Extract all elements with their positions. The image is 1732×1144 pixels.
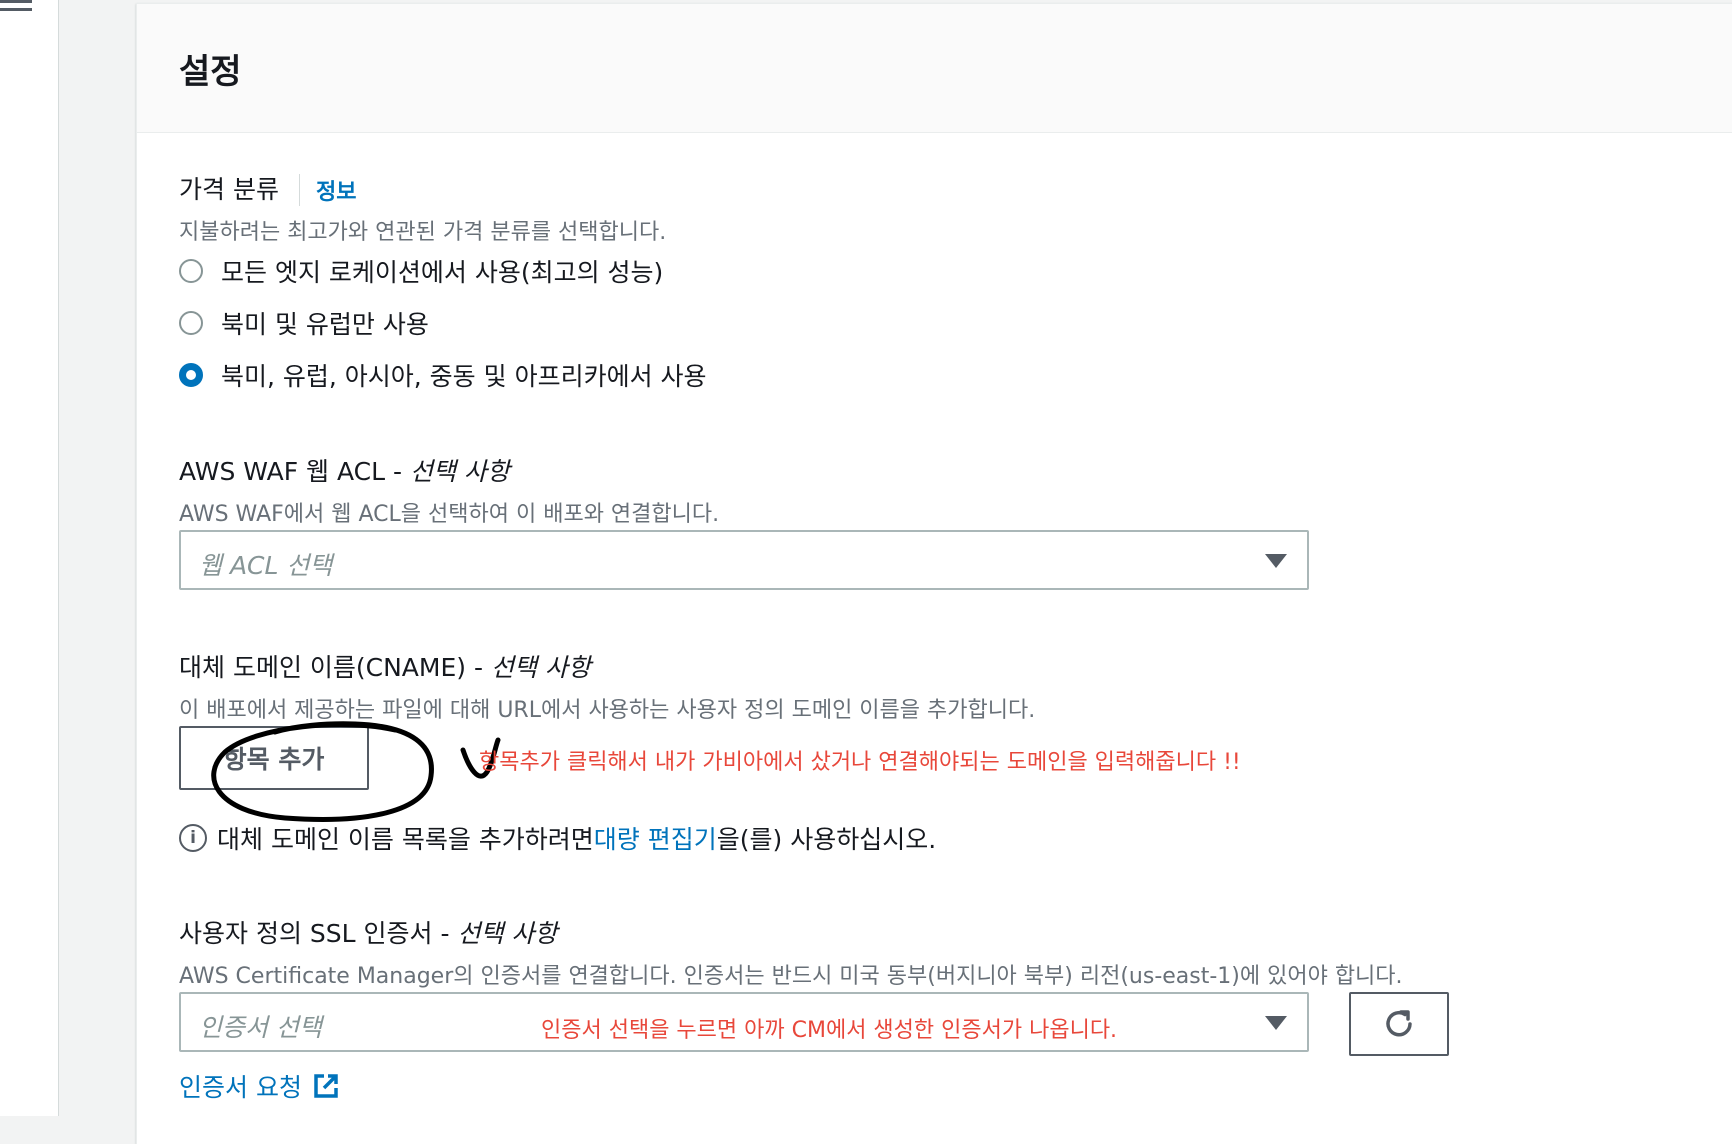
ssl-label: 사용자 정의 SSL 인증서 - 선택 사항 [179,914,557,950]
radio-label: 북미 및 유럽만 사용 [221,310,429,339]
waf-optional-text: 선택 사항 [409,457,510,486]
certificate-placeholder: 인증서 선택 [199,1013,322,1042]
web-acl-placeholder: 웹 ACL 선택 [199,551,333,580]
hand-drawn-circle-annotation [211,721,501,822]
bulk-editor-info-suffix: 을(를) 사용하십시오. [716,825,937,854]
menu-icon[interactable] [0,0,32,16]
ssl-description: AWS Certificate Manager의 인증서를 연결합니다. 인증서… [179,964,1403,989]
cname-label: 대체 도메인 이름(CNAME) - 선택 사항 [179,648,591,684]
request-certificate-link[interactable]: 인증서 요청 [179,1068,340,1104]
request-certificate-text: 인증서 요청 [179,1073,302,1102]
radio-label: 북미, 유럽, 아시아, 중동 및 아프리카에서 사용 [221,362,707,391]
ssl-label-text: 사용자 정의 SSL 인증서 - [179,919,458,948]
info-icon: i [179,824,207,852]
cname-annotation-note: 항목추가 클릭해서 내가 가비아에서 샀거나 연결해야되는 도메인을 입력해줍니… [479,750,1241,775]
cname-label-text: 대체 도메인 이름(CNAME) - [179,653,491,682]
radio-option-na-eu[interactable]: 북미 및 유럽만 사용 [179,306,429,340]
radio-button[interactable] [179,311,203,335]
waf-label: AWS WAF 웹 ACL - 선택 사항 [179,452,510,488]
settings-panel: 설정 가격 분류 정보 지불하려는 최고가와 연관된 가격 분류를 선택합니다.… [136,3,1732,1144]
panel-title: 설정 [179,52,242,92]
radio-option-all-edge[interactable]: 모든 엣지 로케이션에서 사용(최고의 성능) [179,254,663,288]
price-class-description: 지불하려는 최고가와 연관된 가격 분류를 선택합니다. [179,220,667,245]
radio-option-na-eu-asia[interactable]: 북미, 유럽, 아시아, 중동 및 아프리카에서 사용 [179,358,707,392]
external-link-icon [314,1074,338,1098]
price-class-info-link[interactable]: 정보 [299,174,356,206]
refresh-icon [1386,1010,1412,1037]
ssl-optional-text: 선택 사항 [457,919,558,948]
radio-button-selected[interactable] [179,363,203,387]
web-acl-select[interactable]: 웹 ACL 선택 [179,530,1309,590]
bulk-editor-link[interactable]: 대량 편집기 [594,820,717,856]
refresh-certificates-button[interactable] [1349,992,1449,1056]
panel-header: 설정 [137,4,1732,133]
caret-down-icon [1265,554,1287,568]
radio-button[interactable] [179,259,203,283]
ssl-annotation-note: 인증서 선택을 누르면 아까 CM에서 생성한 인증서가 나옵니다. [541,1018,1118,1043]
price-class-label: 가격 분류 [179,175,279,204]
left-navigation-rail [0,0,59,1116]
waf-description: AWS WAF에서 웹 ACL을 선택하여 이 배포와 연결합니다. [179,502,720,527]
radio-label: 모든 엣지 로케이션에서 사용(최고의 성능) [221,258,664,287]
certificate-select[interactable]: 인증서 선택 인증서 선택을 누르면 아까 CM에서 생성한 인증서가 나옵니다… [179,992,1309,1052]
waf-label-text: AWS WAF 웹 ACL - [179,457,410,486]
cname-optional-text: 선택 사항 [490,653,591,682]
caret-down-icon [1265,1016,1287,1030]
bulk-editor-info-prefix: 대체 도메인 이름 목록을 추가하려면 [217,825,594,854]
bulk-editor-info: i 대체 도메인 이름 목록을 추가하려면 대량 편집기 을(를) 사용하십시오. [179,820,936,856]
